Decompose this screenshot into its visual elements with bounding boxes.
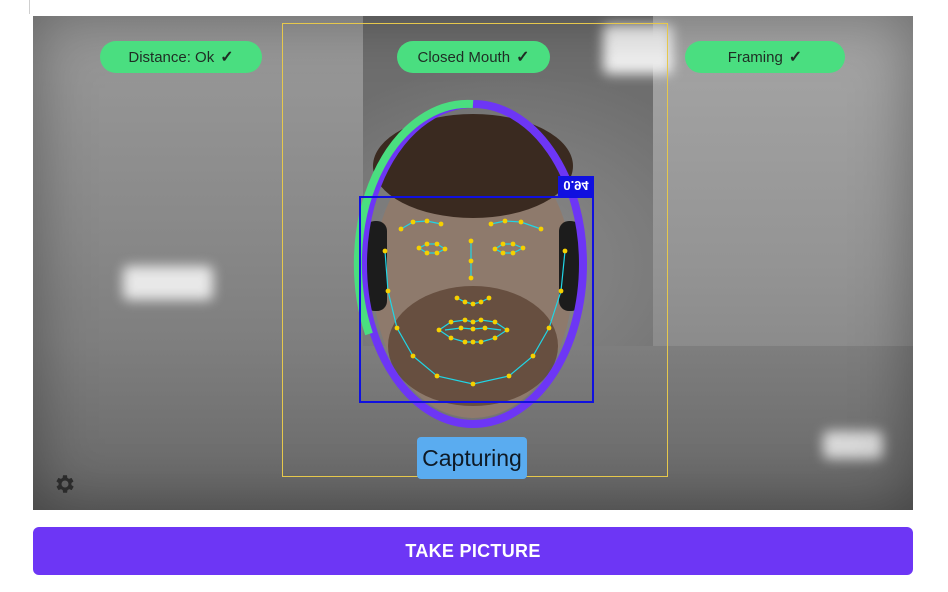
- top-divider: [29, 0, 30, 14]
- distance-status-label: Distance: Ok: [128, 48, 215, 66]
- closed-mouth-status-label: Closed Mouth: [417, 48, 511, 66]
- face-overlay: [353, 99, 594, 428]
- check-icon: ✓: [220, 49, 234, 66]
- status-pill-distance: Distance: Ok ✓: [100, 41, 262, 73]
- status-pill-closed-mouth: Closed Mouth ✓: [397, 41, 550, 73]
- check-icon: ✓: [788, 49, 803, 66]
- gear-icon[interactable]: [53, 472, 77, 496]
- detection-confidence-label: 0.94: [558, 176, 594, 196]
- check-icon: ✓: [516, 49, 530, 66]
- capture-status-badge: Capturing: [417, 437, 527, 479]
- take-picture-button[interactable]: TAKE PICTURE: [33, 527, 913, 575]
- status-pill-framing: Framing ✓: [685, 41, 845, 73]
- framing-status-label: Framing: [727, 48, 783, 66]
- camera-preview: 0.94 Distance: Ok ✓ Closed Mouth ✓ Frami…: [33, 16, 913, 510]
